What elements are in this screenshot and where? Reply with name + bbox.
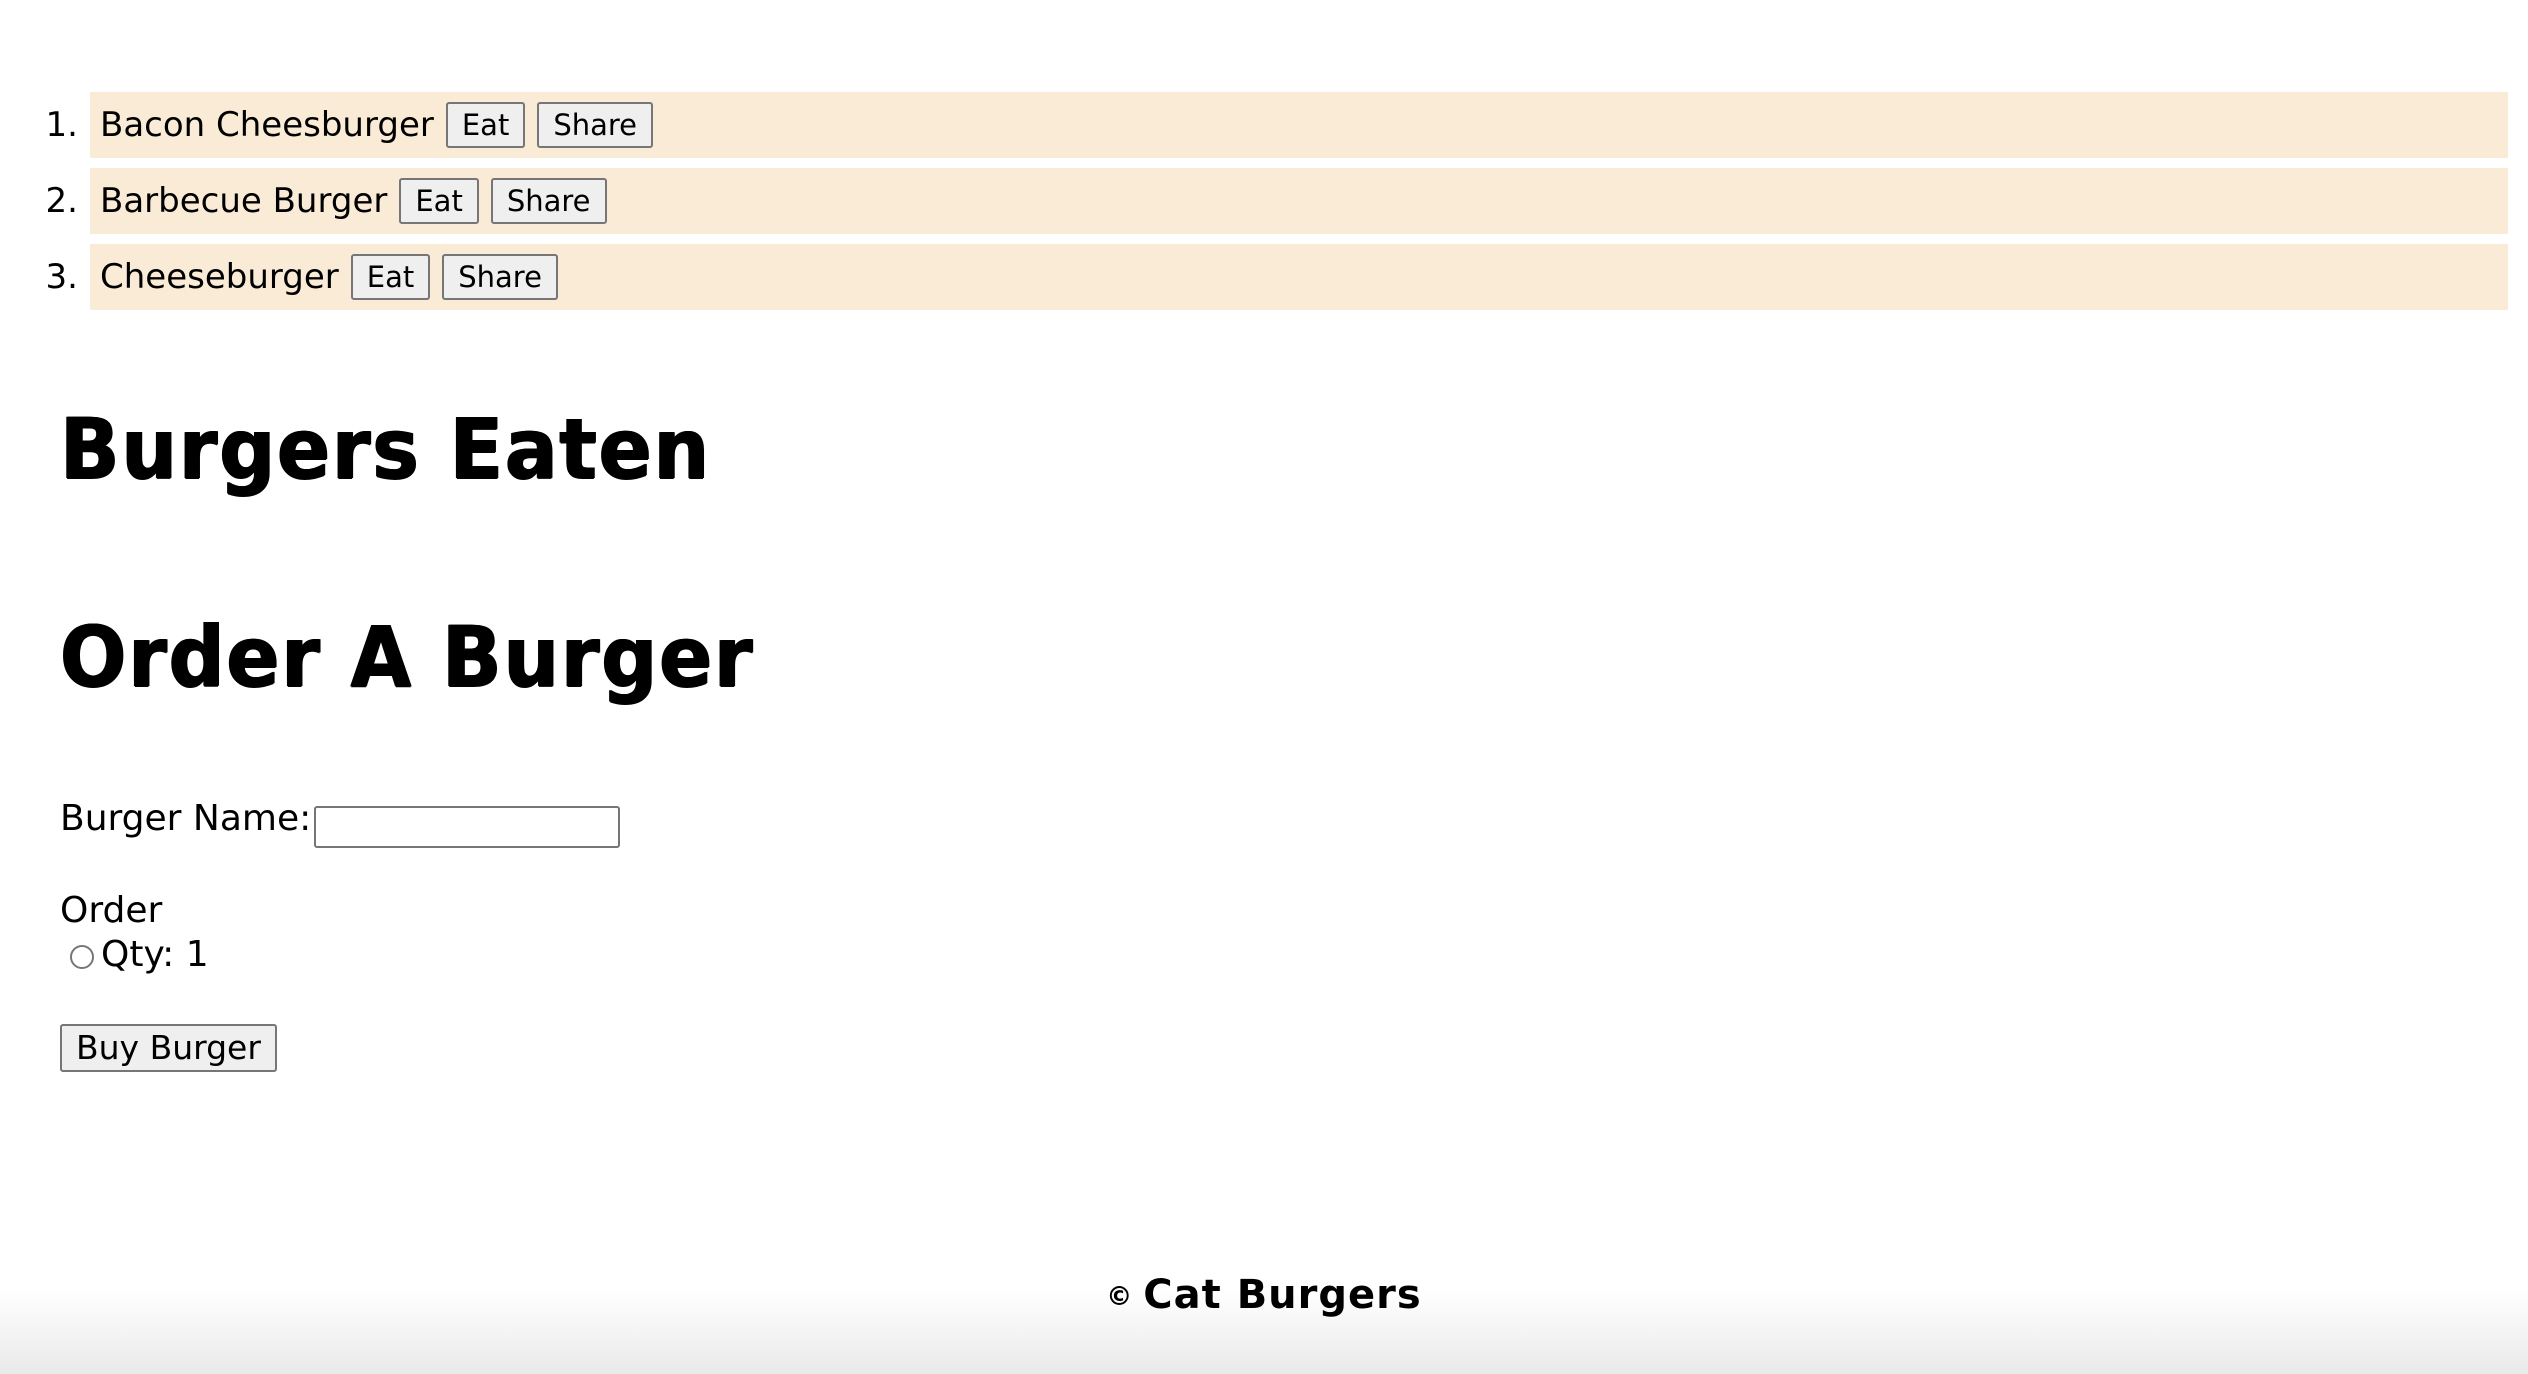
burger-row-body: Bacon Cheesburger Eat Share [90,92,2508,158]
burger-name: Bacon Cheesburger [100,105,434,145]
qty-radio-button[interactable] [70,945,94,969]
footer-copyright: © Cat Burgers [0,1272,2528,1318]
qty-label: Qty: 1 [101,934,209,975]
footer-brand: Cat Burgers [1143,1272,1422,1318]
burgers-eaten-heading: Burgers Eaten [60,400,712,498]
order-burger-heading: Order A Burger [60,608,755,706]
eat-button[interactable]: Eat [399,178,479,224]
burger-name: Cheeseburger [100,257,339,297]
order-label: Order [60,890,163,931]
list-item-number: 3. [45,257,78,297]
burger-name-input[interactable] [314,806,620,848]
list-item: 2. Barbecue Burger Eat Share [0,168,2508,234]
share-button[interactable]: Share [442,254,558,300]
list-item-number: 2. [45,181,78,221]
copyright-symbol: © [1106,1282,1134,1312]
list-item: 1. Bacon Cheesburger Eat Share [0,92,2508,158]
eat-button[interactable]: Eat [350,254,431,300]
burger-row-body: Barbecue Burger Eat Share [90,168,2508,234]
burger-name: Barbecue Burger [100,181,388,221]
share-button[interactable]: Share [537,102,653,148]
buy-burger-button[interactable]: Buy Burger [60,1024,277,1072]
list-item: 3. Cheeseburger Eat Share [0,244,2508,310]
burger-name-label: Burger Name: [60,798,312,839]
list-item-number: 1. [45,105,78,145]
burger-list: 1. Bacon Cheesburger Eat Share 2. Barbec… [0,92,2508,320]
share-button[interactable]: Share [490,178,607,224]
eat-button[interactable]: Eat [445,102,526,148]
page: 1. Bacon Cheesburger Eat Share 2. Barbec… [0,0,2528,1374]
burger-row-body: Cheeseburger Eat Share [90,244,2508,310]
